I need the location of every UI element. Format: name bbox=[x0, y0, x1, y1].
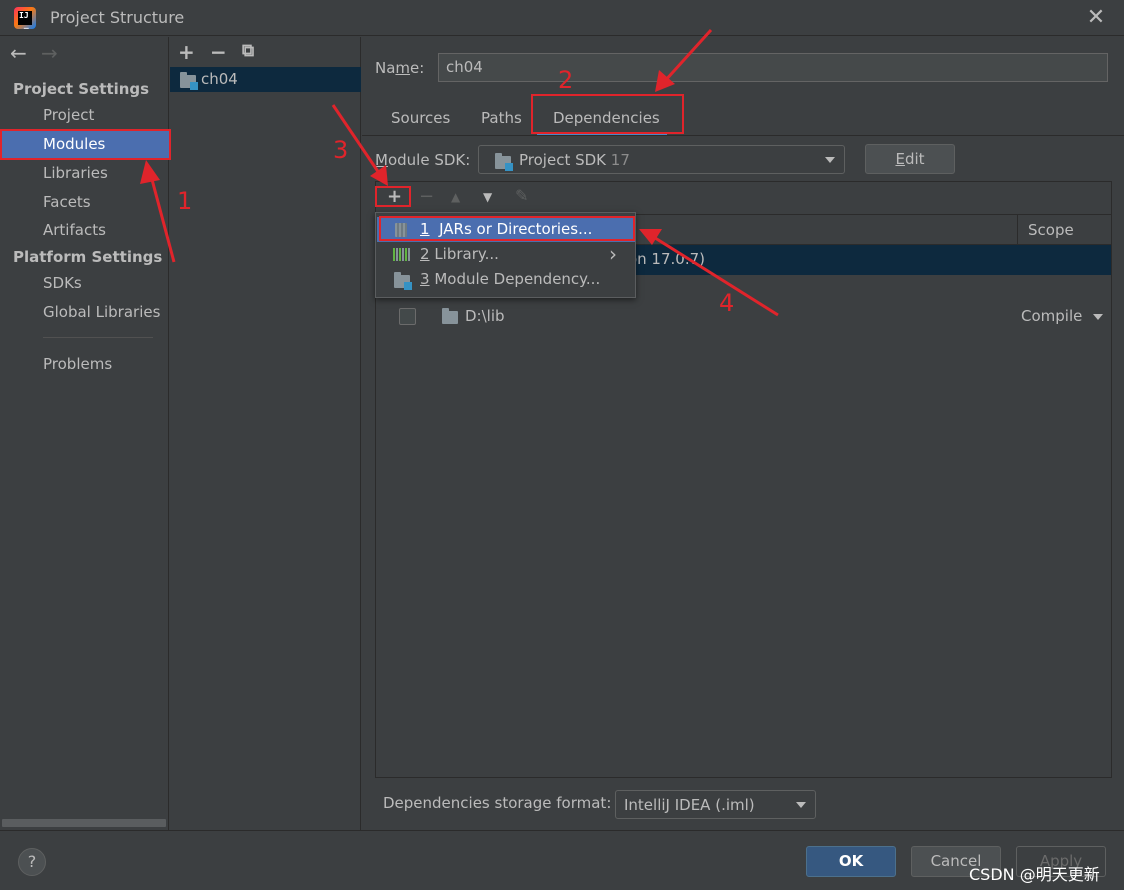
annotation-arrow-2 bbox=[662, 28, 713, 84]
annotation-arrow-1 bbox=[148, 171, 176, 263]
annotation-arrowhead-4 bbox=[639, 229, 662, 245]
annotation-arrow-4 bbox=[651, 234, 779, 317]
annotation-arrow-3 bbox=[331, 104, 383, 177]
annotation-arrows bbox=[140, 28, 779, 317]
annotation-arrowhead-3 bbox=[370, 165, 388, 186]
annotation-arrowhead-1 bbox=[140, 160, 160, 184]
